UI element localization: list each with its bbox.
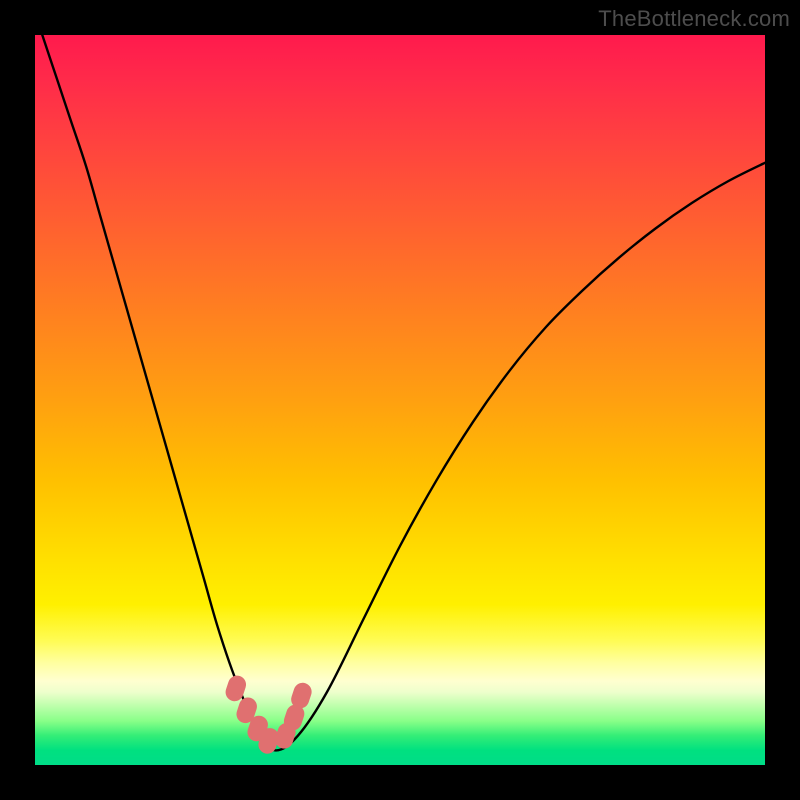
- curve-markers: [223, 673, 314, 756]
- bottleneck-curve: [42, 35, 765, 750]
- plot-area: [35, 35, 765, 765]
- curve-layer: [35, 35, 765, 765]
- watermark-text: TheBottleneck.com: [598, 6, 790, 32]
- chart-frame: TheBottleneck.com: [0, 0, 800, 800]
